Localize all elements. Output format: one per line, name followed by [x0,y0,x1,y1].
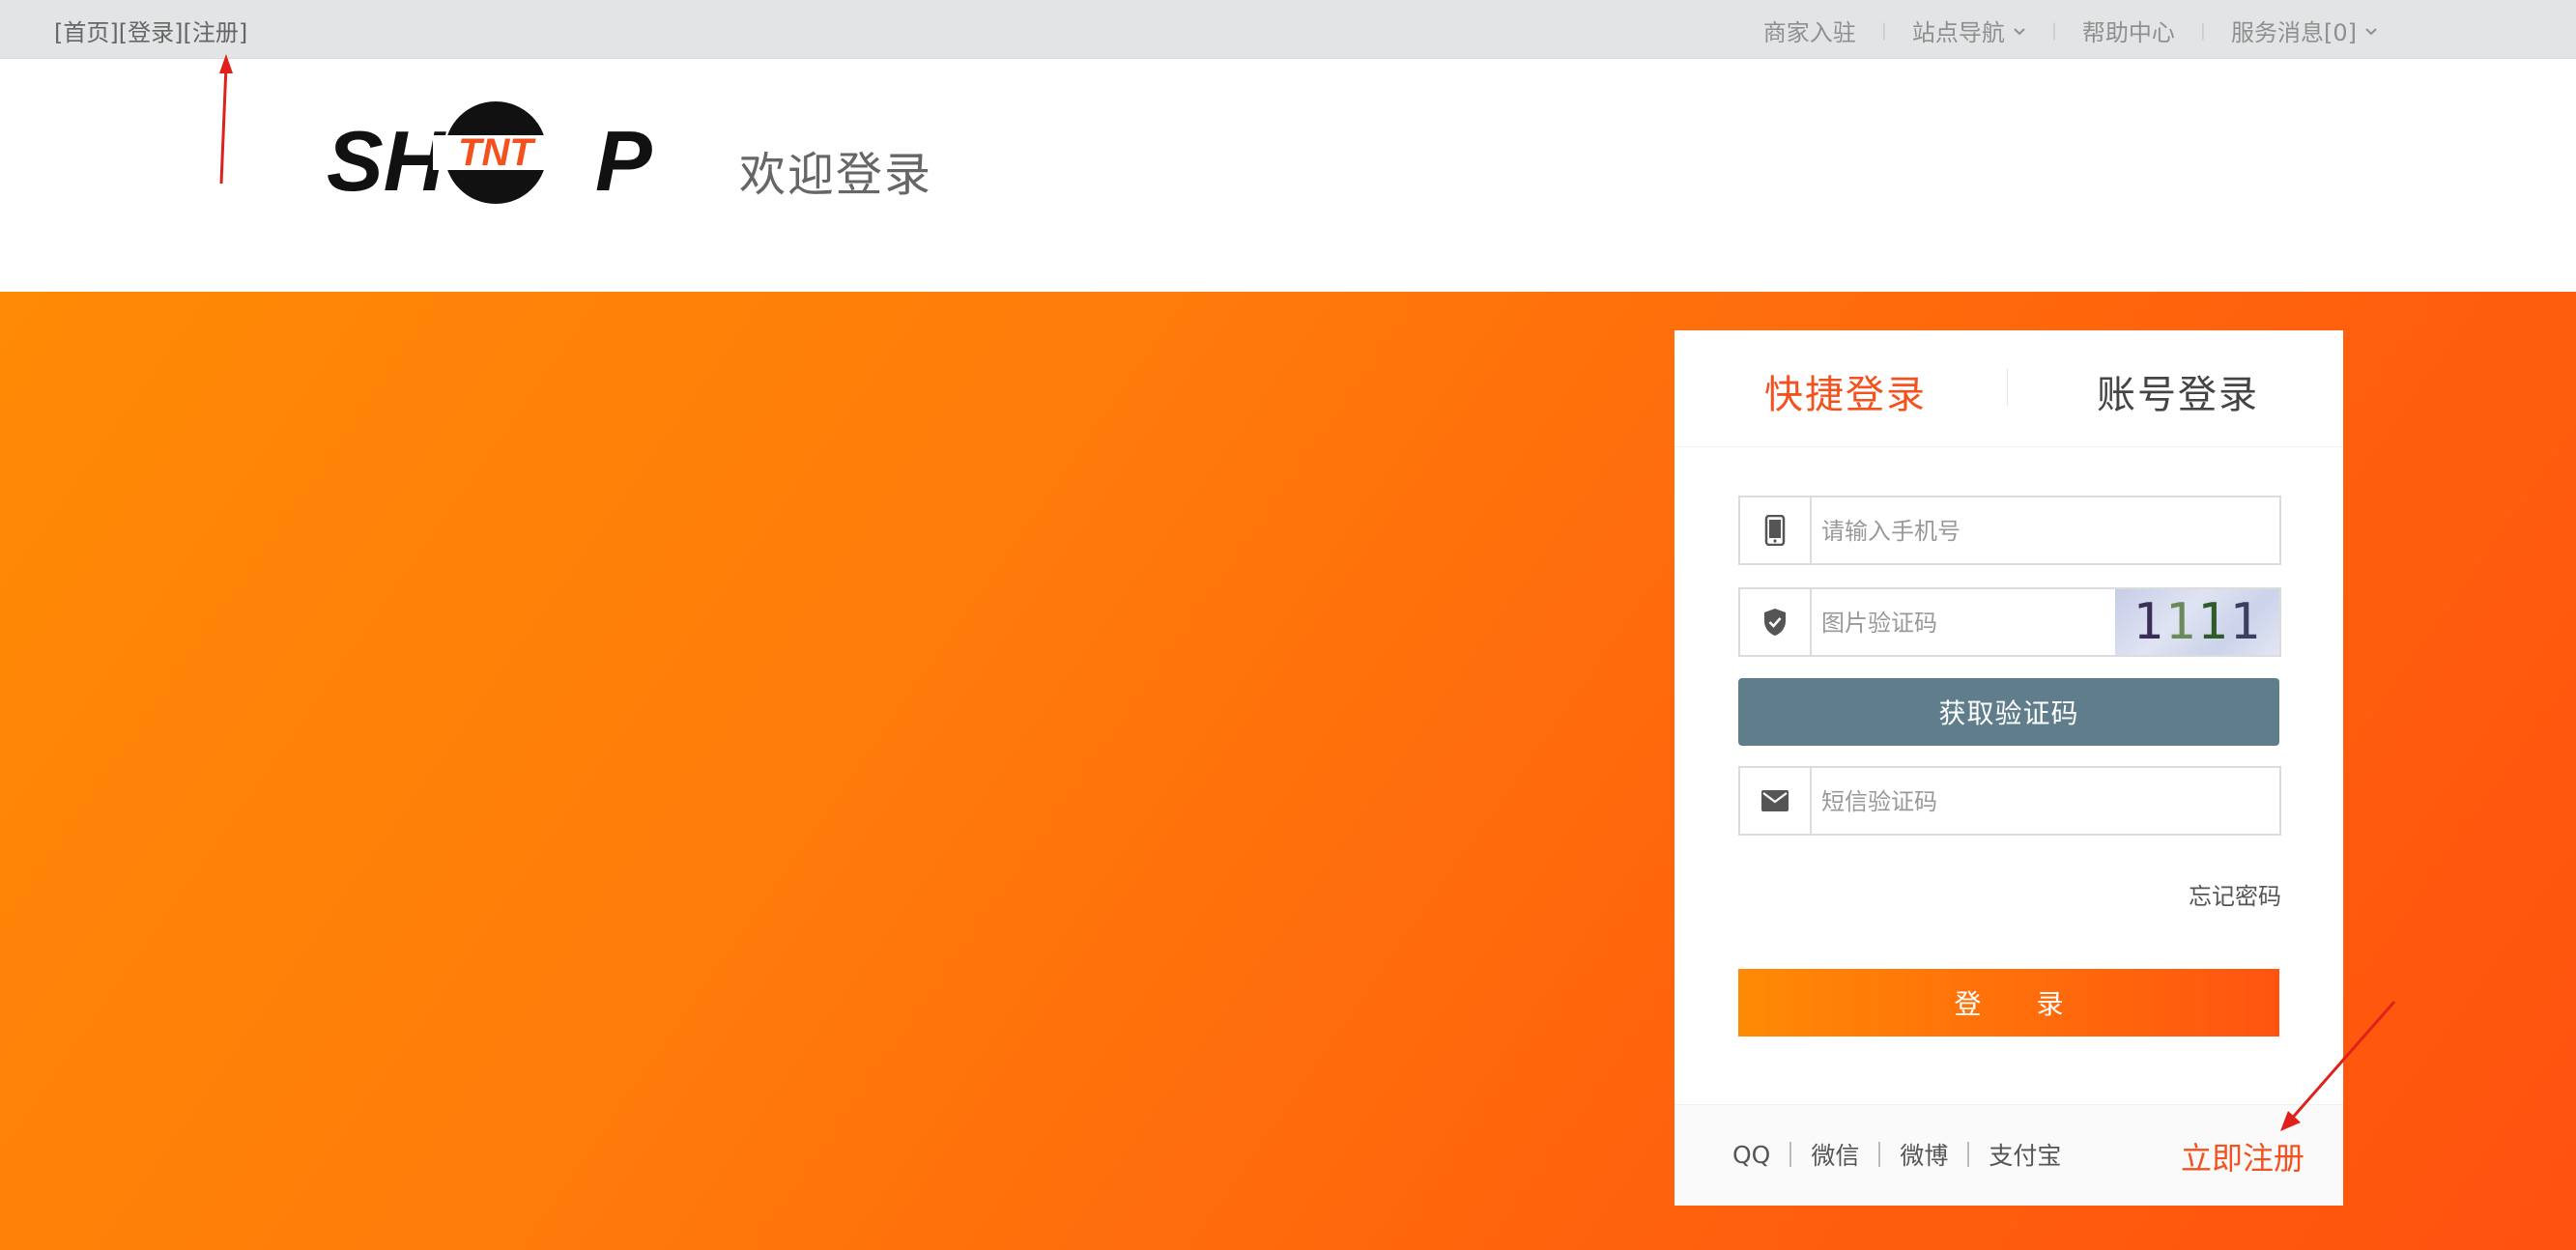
chevron-down-icon [2365,27,2377,35]
top-link-login[interactable]: [登录] [119,19,184,46]
captcha-char: 1 [2132,593,2165,651]
social-qq[interactable]: QQ [1732,1141,1770,1169]
forgot-password-link[interactable]: 忘记密码 [2189,877,2281,911]
messages-label: 服务消息[0] [2231,19,2357,46]
sms-code-input[interactable] [1819,778,2113,826]
sms-field [1738,766,2281,836]
captcha-image[interactable]: 1111 [2115,589,2279,655]
phone-field [1738,496,2281,565]
top-link-register[interactable]: [注册] [183,19,247,46]
captcha-char: 1 [2229,593,2262,651]
svg-text:TNT: TNT [458,131,536,174]
site-nav-dropdown[interactable]: 站点导航 [1912,14,2026,47]
login-button[interactable]: 登 录 [1738,969,2279,1037]
site-nav-label: 站点导航 [1911,19,2005,46]
merchant-link[interactable]: 商家入驻 [1763,14,1856,47]
chevron-down-icon [2014,27,2025,35]
panel-footer: QQ 微信 微博 支付宝 立即注册 [1674,1104,2343,1206]
envelope-icon [1740,768,1812,834]
captcha-field: 1111 [1738,587,2281,657]
welcome-title: 欢迎登录 [739,148,933,202]
top-links: [首页][登录][注册] [54,14,247,47]
phone-input[interactable] [1819,507,2113,555]
login-panel: 快捷登录 账号登录 1111 获取验证码 忘记密码 登 录 QQ 微信 [1674,330,2343,1206]
site-logo[interactable]: SH TNT P [327,100,660,214]
page-header: SH TNT P 欢迎登录 [0,59,2576,292]
social-weibo[interactable]: 微博 [1900,1137,1948,1172]
top-link-home[interactable]: [首页] [54,19,119,46]
divider: | [1880,20,1887,41]
tab-divider [2007,369,2008,406]
login-tabs: 快捷登录 账号登录 [1674,330,2343,447]
social-wechat[interactable]: 微信 [1811,1137,1859,1172]
captcha-char: 1 [2164,593,2197,651]
shield-check-icon [1740,589,1812,655]
divider [1967,1142,1970,1167]
top-right-menu: 商家入驻 | 站点导航 | 帮助中心 | 服务消息[0] [1763,14,2378,47]
mobile-phone-icon [1740,497,1812,563]
divider: | [2199,20,2206,41]
social-alipay[interactable]: 支付宝 [1989,1137,2061,1172]
get-code-button[interactable]: 获取验证码 [1738,678,2279,746]
tab-quick-login[interactable]: 快捷登录 [1764,363,1927,419]
svg-text:P: P [595,113,652,209]
top-bar: [首页][登录][注册] 商家入驻 | 站点导航 | 帮助中心 | 服务消息[0… [0,0,2576,59]
social-login-list: QQ 微信 微博 支付宝 [1732,1137,2061,1172]
help-link[interactable]: 帮助中心 [2082,14,2175,47]
register-now-link[interactable]: 立即注册 [2181,1134,2304,1179]
tab-account-login[interactable]: 账号登录 [2097,363,2259,419]
messages-dropdown[interactable]: 服务消息[0] [2231,14,2378,47]
divider [1878,1142,1881,1167]
svg-text:SH: SH [327,113,447,209]
divider [1789,1142,1792,1167]
captcha-char: 1 [2197,593,2230,651]
divider: | [2050,20,2057,41]
captcha-input[interactable] [1819,599,2113,647]
